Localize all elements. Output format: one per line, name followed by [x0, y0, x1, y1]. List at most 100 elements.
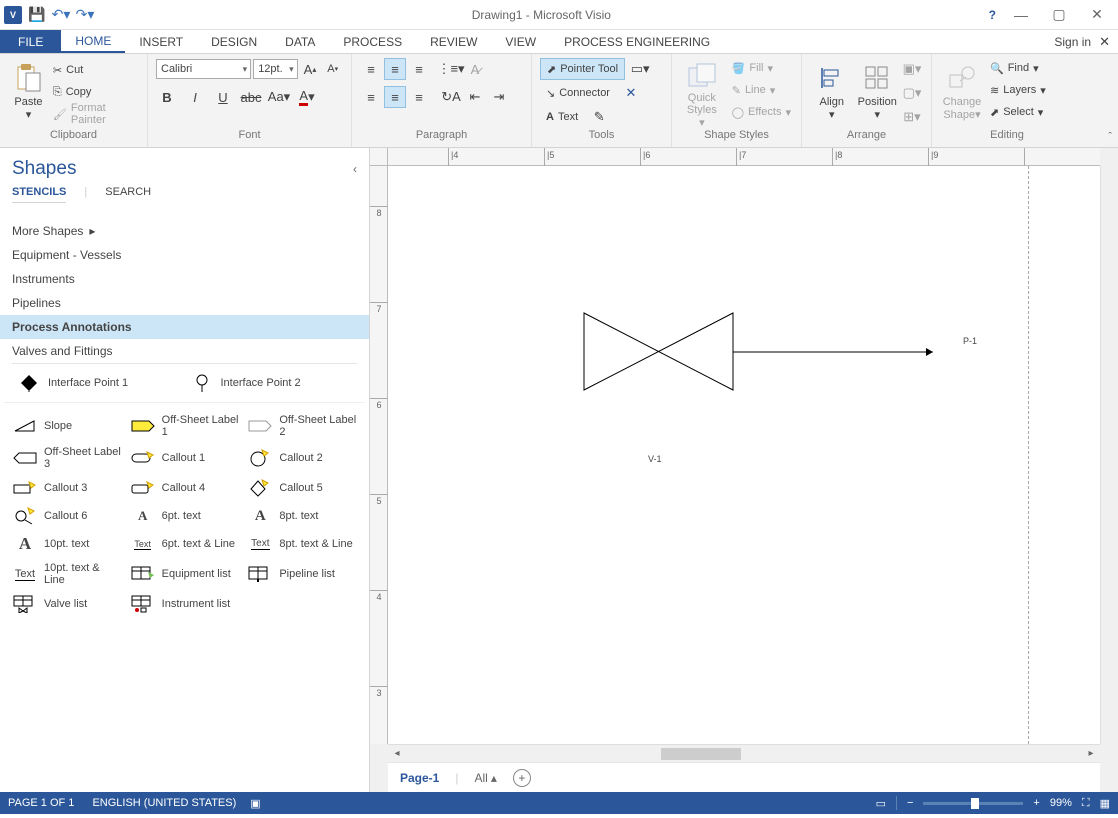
- close-button[interactable]: ✕: [1084, 6, 1110, 23]
- change-shape-button[interactable]: Change Shape▾: [940, 58, 984, 124]
- align-button[interactable]: Align▾: [810, 58, 854, 124]
- zoom-in-icon[interactable]: +: [1033, 797, 1039, 809]
- format-painter-button[interactable]: 🖌Format Painter: [51, 104, 139, 124]
- pan-zoom-icon[interactable]: ▦: [1100, 797, 1110, 810]
- shape-interface-point-2[interactable]: Interface Point 2: [187, 370, 356, 396]
- shape-10pt-text[interactable]: A10pt. text: [10, 531, 124, 557]
- tab-file[interactable]: FILE: [0, 30, 61, 53]
- group-icon[interactable]: ⊞▾: [901, 106, 923, 128]
- bold-button[interactable]: B: [156, 86, 178, 108]
- connection-point-icon[interactable]: ✕: [620, 82, 642, 104]
- bring-front-icon[interactable]: ▣▾: [901, 58, 923, 80]
- font-name-select[interactable]: Calibri: [156, 59, 251, 79]
- shape-slope[interactable]: Slope: [10, 411, 124, 441]
- valve-shape[interactable]: [583, 312, 943, 402]
- search-tab[interactable]: SEARCH: [105, 186, 151, 203]
- shape-callout-5[interactable]: Callout 5: [245, 475, 359, 501]
- decrease-indent-icon[interactable]: ⇤: [464, 86, 486, 108]
- tab-data[interactable]: DATA: [271, 30, 329, 53]
- connector-tool-button[interactable]: ↘Connector: [540, 82, 616, 104]
- collapse-ribbon-icon[interactable]: ˆ: [1108, 131, 1112, 143]
- tab-view[interactable]: VIEW: [491, 30, 550, 53]
- align-middle-icon[interactable]: ≡: [384, 58, 406, 80]
- save-icon[interactable]: 💾: [28, 6, 46, 24]
- scroll-left-icon[interactable]: ◂: [388, 745, 406, 763]
- shape-interface-point-1[interactable]: Interface Point 1: [14, 370, 183, 396]
- layers-button[interactable]: ≋Layers▾: [988, 80, 1048, 100]
- clear-format-icon[interactable]: A̷: [464, 58, 486, 80]
- shape-offsheet-label-2[interactable]: Off-Sheet Label 2: [245, 411, 359, 441]
- underline-button[interactable]: U: [212, 86, 234, 108]
- line-button[interactable]: ✎Line▾: [730, 80, 793, 100]
- effects-button[interactable]: ◯Effects▾: [730, 102, 793, 122]
- shape-10pt-text-line[interactable]: Text10pt. text & Line: [10, 559, 124, 589]
- status-language[interactable]: ENGLISH (UNITED STATES): [92, 797, 236, 809]
- decrease-font-icon[interactable]: A▾: [322, 58, 343, 80]
- help-button[interactable]: ?: [989, 8, 996, 22]
- find-button[interactable]: 🔍Find▾: [988, 58, 1048, 78]
- more-shapes-button[interactable]: More Shapes▸: [0, 219, 369, 243]
- shape-6pt-text[interactable]: A6pt. text: [128, 503, 242, 529]
- font-size-select[interactable]: 12pt.: [253, 59, 297, 79]
- close-ribbon-icon[interactable]: ✕: [1099, 34, 1110, 50]
- shape-callout-4[interactable]: Callout 4: [128, 475, 242, 501]
- align-left-icon[interactable]: ≡: [360, 86, 382, 108]
- redo-icon[interactable]: ↷▾: [76, 6, 94, 24]
- align-bottom-icon[interactable]: ≡: [408, 58, 430, 80]
- scrollbar-horizontal[interactable]: ◂ ▸: [388, 744, 1100, 762]
- pointer-tool-button[interactable]: ⬈Pointer Tool: [540, 58, 625, 80]
- ink-tool-icon[interactable]: ✎: [588, 106, 610, 128]
- category-valves-fittings[interactable]: Valves and Fittings: [0, 339, 369, 363]
- category-equipment-vessels[interactable]: Equipment - Vessels: [0, 243, 369, 267]
- shape-equipment-list[interactable]: Equipment list: [128, 559, 242, 589]
- shape-6pt-text-line[interactable]: Text6pt. text & Line: [128, 531, 242, 557]
- tab-process[interactable]: PROCESS: [329, 30, 416, 53]
- page-tab-all[interactable]: All ▴: [474, 771, 496, 785]
- macro-record-icon[interactable]: ▣: [250, 797, 260, 810]
- shape-offsheet-label-1[interactable]: Off-Sheet Label 1: [128, 411, 242, 441]
- tab-review[interactable]: REVIEW: [416, 30, 491, 53]
- align-top-icon[interactable]: ≡: [360, 58, 382, 80]
- align-right-icon[interactable]: ≡: [408, 86, 430, 108]
- rotate-text-icon[interactable]: ↻A: [440, 86, 462, 108]
- shape-8pt-text-line[interactable]: Text8pt. text & Line: [245, 531, 359, 557]
- minimize-button[interactable]: —: [1008, 7, 1034, 23]
- zoom-out-icon[interactable]: −: [907, 797, 913, 809]
- strikethrough-button[interactable]: abc: [240, 86, 262, 108]
- copy-button[interactable]: ⎘Copy: [51, 82, 139, 102]
- add-page-button[interactable]: +: [513, 769, 531, 787]
- shape-callout-3[interactable]: Callout 3: [10, 475, 124, 501]
- tab-home[interactable]: HOME: [61, 30, 125, 53]
- sign-in-link[interactable]: Sign in: [1054, 35, 1091, 49]
- shape-offsheet-label-3[interactable]: Off-Sheet Label 3: [10, 443, 124, 473]
- scrollbar-vertical[interactable]: [1100, 166, 1118, 744]
- font-color-button[interactable]: A▾: [296, 86, 318, 108]
- position-button[interactable]: Position▾: [856, 58, 900, 124]
- category-pipelines[interactable]: Pipelines: [0, 291, 369, 315]
- drawing-canvas[interactable]: V-1 P-1: [388, 166, 1100, 744]
- category-instruments[interactable]: Instruments: [0, 267, 369, 291]
- scroll-right-icon[interactable]: ▸: [1082, 745, 1100, 763]
- text-tool-button[interactable]: AText: [540, 106, 584, 128]
- tab-design[interactable]: DESIGN: [197, 30, 271, 53]
- send-back-icon[interactable]: ▢▾: [901, 82, 923, 104]
- quick-styles-button[interactable]: Quick Styles▾: [680, 58, 724, 124]
- tab-process-engineering[interactable]: PROCESS ENGINEERING: [550, 30, 724, 53]
- case-button[interactable]: Aa▾: [268, 86, 290, 108]
- increase-font-icon[interactable]: A▴: [300, 58, 321, 80]
- shape-callout-2[interactable]: Callout 2: [245, 443, 359, 473]
- category-process-annotations[interactable]: Process Annotations: [0, 315, 369, 339]
- increase-indent-icon[interactable]: ⇥: [488, 86, 510, 108]
- fill-button[interactable]: 🪣Fill▾: [730, 58, 793, 78]
- shape-callout-6[interactable]: Callout 6: [10, 503, 124, 529]
- align-center-icon[interactable]: ≡: [384, 86, 406, 108]
- select-button[interactable]: ⬈Select▾: [988, 102, 1048, 122]
- page-tab-1[interactable]: Page-1: [400, 771, 439, 785]
- zoom-level[interactable]: 99%: [1050, 797, 1072, 809]
- fit-page-icon[interactable]: ⛶: [1082, 797, 1090, 810]
- undo-icon[interactable]: ↶▾: [52, 6, 70, 24]
- shape-8pt-text[interactable]: A8pt. text: [245, 503, 359, 529]
- presentation-mode-icon[interactable]: ▭: [876, 797, 886, 810]
- maximize-button[interactable]: ▢: [1046, 6, 1072, 23]
- paste-button[interactable]: Paste▾: [8, 58, 49, 124]
